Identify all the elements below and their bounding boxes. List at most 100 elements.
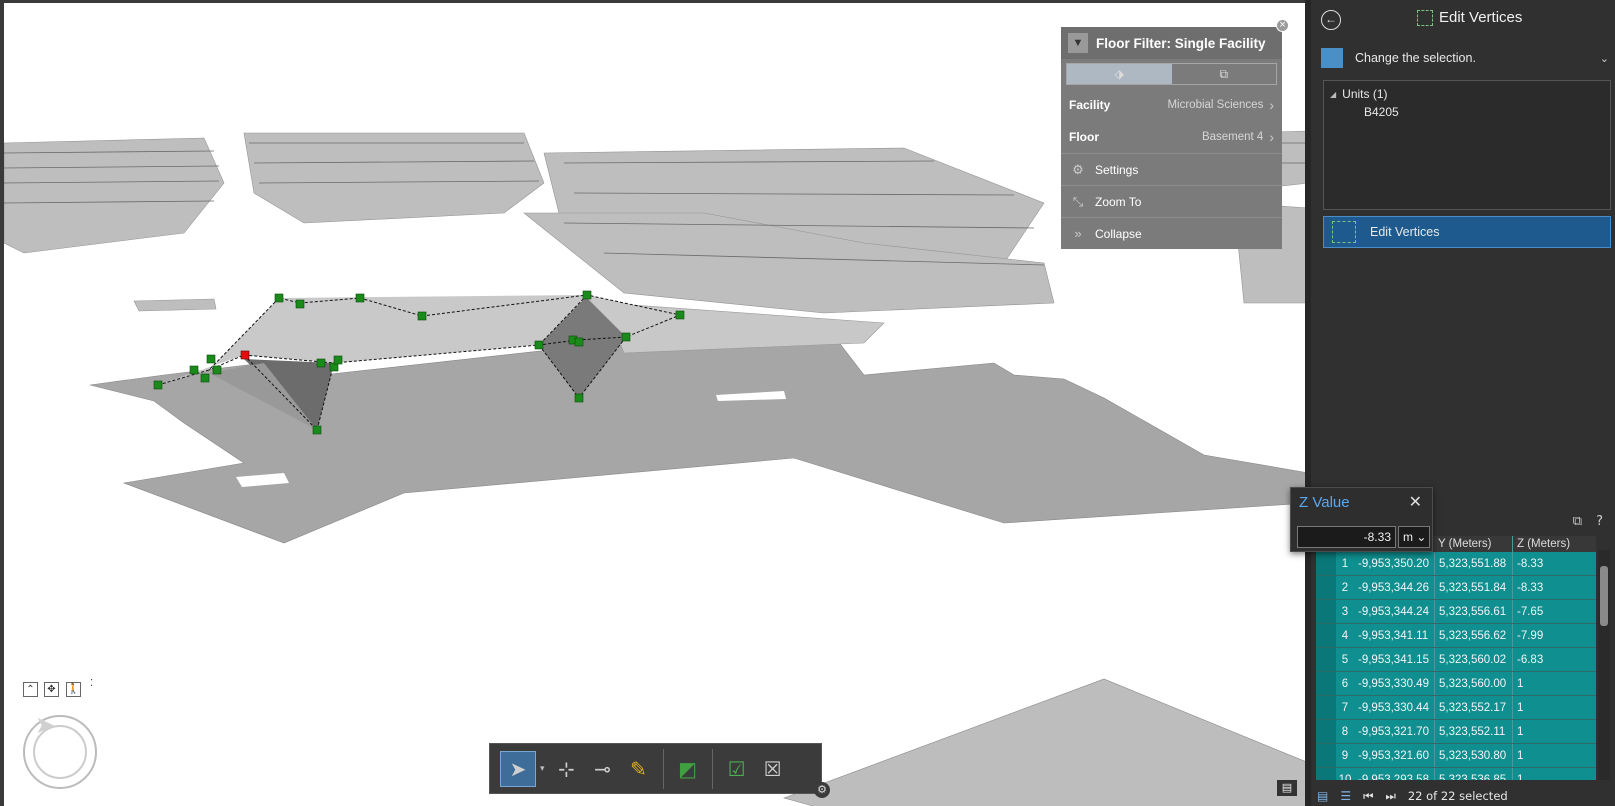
pointer-cursor-icon: ➤ <box>35 711 56 739</box>
last-page-icon[interactable]: ⏭ <box>1385 789 1395 804</box>
settings-label: Settings <box>1095 162 1139 177</box>
table-icon[interactable]: ▤ <box>1277 780 1297 796</box>
table-row[interactable]: 3 -9,953,344.24 5,323,556.61 -7.65 <box>1316 600 1596 624</box>
table-cell: 5,323,560.00 <box>1434 672 1512 695</box>
table-row[interactable]: 5 -9,953,341.15 5,323,560.02 -6.83 <box>1316 648 1596 672</box>
pane-header: ← Edit Vertices <box>1311 0 1615 38</box>
table-cell: -8.33 <box>1512 552 1596 575</box>
table-cell[interactable] <box>1316 672 1336 695</box>
table-cell: 4 <box>1341 630 1349 642</box>
edit-vertices-icon <box>1332 221 1356 243</box>
finish-button[interactable]: ☑ <box>719 751 755 787</box>
table-cell[interactable] <box>1316 648 1336 671</box>
select-vertex-tool[interactable]: ➤ <box>500 750 536 787</box>
floor-label: Floor <box>1069 130 1099 144</box>
list-view-icon[interactable]: ☰ <box>1340 789 1351 803</box>
table-cell: -7.99 <box>1512 624 1596 647</box>
tab-single-facility[interactable]: ⬗ <box>1067 64 1172 84</box>
floor-filter-title: Floor Filter: Single Facility <box>1096 35 1266 51</box>
copy-icon[interactable]: ⧉ <box>1573 514 1582 529</box>
chevron-down-icon: ⌄ <box>1599 52 1609 65</box>
nav-pan-button[interactable]: ✥ <box>44 682 59 697</box>
table-scrollbar[interactable] <box>1598 550 1610 780</box>
settings-button[interactable]: ⚙ Settings <box>1061 153 1282 185</box>
header-y[interactable]: Y (Meters) <box>1434 536 1512 552</box>
table-cell: 5,323,556.61 <box>1434 600 1512 623</box>
help-icon[interactable]: ? <box>1596 514 1603 529</box>
collapse-triangle-icon[interactable]: ◢ <box>1330 90 1336 99</box>
z-unit-value: m <box>1403 530 1413 544</box>
toolbar-divider <box>711 748 713 789</box>
nav-more-icon[interactable]: ⁚ <box>90 678 93 689</box>
table-cell: 2 <box>1341 582 1349 594</box>
table-status-bar: ▤ ☰ ⏮ ⏭ 22 of 22 selected <box>1311 786 1615 806</box>
close-icon[interactable]: × <box>1276 19 1289 32</box>
table-view-icon[interactable]: ▤ <box>1317 789 1328 803</box>
table-cell: 1 <box>1512 696 1596 719</box>
floor-selector[interactable]: Floor Basement 4 › <box>1061 121 1282 153</box>
vertex-table: Y (Meters) Z (Meters) 1 -9,953,350.20 5,32… <box>1316 536 1596 780</box>
first-page-icon[interactable]: ⏮ <box>1363 789 1373 804</box>
table-cell[interactable] <box>1316 600 1336 623</box>
table-cell: -9,953,344.26 <box>1358 582 1429 594</box>
tree-group-label: Units (1) <box>1342 87 1388 101</box>
edit-vertices-item[interactable]: Edit Vertices <box>1323 216 1611 248</box>
table-cell[interactable] <box>1316 744 1336 767</box>
scrollbar-thumb[interactable] <box>1600 566 1608 626</box>
nav-walk-button[interactable]: 🚶 <box>66 682 81 697</box>
collapse-button[interactable]: » Collapse <box>1061 217 1282 249</box>
table-cell: 8 <box>1341 726 1349 738</box>
header-z[interactable]: Z (Meters) <box>1512 536 1596 552</box>
facility-label: Facility <box>1069 98 1111 112</box>
table-cell[interactable] <box>1316 552 1336 575</box>
tab-multi-facility[interactable]: ⧉ <box>1172 64 1277 84</box>
gear-icon[interactable]: ⚙ <box>814 782 830 798</box>
table-cell: 5,323,556.62 <box>1434 624 1512 647</box>
table-cell: 5,323,552.11 <box>1434 720 1512 743</box>
zoom-to-label: Zoom To <box>1095 194 1142 209</box>
facility-value: Microbial Sciences <box>1167 99 1264 111</box>
table-cell: -9,953,341.15 <box>1358 654 1429 666</box>
back-arrow-icon[interactable]: ← <box>1321 10 1341 30</box>
table-row[interactable]: 10 -9,953,293.58 5,323,536.85 1 <box>1316 768 1596 780</box>
pencil-icon[interactable]: ✎ <box>621 751 657 787</box>
cancel-button[interactable]: ☒ <box>755 751 791 787</box>
table-cell: -7.65 <box>1512 600 1596 623</box>
chevron-down-icon[interactable]: ▾ <box>540 764 545 774</box>
table-cell[interactable] <box>1316 624 1336 647</box>
tree-group-units[interactable]: ◢ Units (1) <box>1330 85 1604 103</box>
table-cell[interactable] <box>1316 576 1336 599</box>
table-row[interactable]: 4 -9,953,341.11 5,323,556.62 -7.99 <box>1316 624 1596 648</box>
z-unit-select[interactable]: m ⌄ <box>1398 526 1430 548</box>
table-row[interactable]: 8 -9,953,321.70 5,323,552.11 1 <box>1316 720 1596 744</box>
change-selection-dropdown[interactable]: Change the selection. ⌄ <box>1321 46 1609 70</box>
table-cell[interactable] <box>1316 720 1336 743</box>
table-cell[interactable] <box>1316 768 1336 780</box>
edit-vertices-toolbar: ➤ ▾ ⊹ ⊸ ✎ ◩ ☑ ☒ <box>489 743 822 794</box>
remove-vertex-tool[interactable]: ⊸ <box>585 751 621 787</box>
table-row[interactable]: 2 -9,953,344.26 5,323,551.84 -8.33 <box>1316 576 1596 600</box>
selection-count: 22 of 22 selected <box>1407 789 1508 803</box>
selection-tree: ◢ Units (1) B4205 <box>1323 80 1611 210</box>
z-value-input[interactable]: -8.33 <box>1297 526 1396 548</box>
table-cell: 6 <box>1341 678 1349 690</box>
reshape-tool[interactable]: ◩ <box>670 751 706 787</box>
zoom-to-button[interactable]: ⤡ Zoom To <box>1061 185 1282 217</box>
table-cell: 5,323,530.80 <box>1434 744 1512 767</box>
nav-up-button[interactable]: ⌃ <box>23 682 38 697</box>
floor-filter-tabs: ⬗ ⧉ <box>1066 63 1277 85</box>
table-row[interactable]: 1 -9,953,350.20 5,323,551.88 -8.33 <box>1316 552 1596 576</box>
table-row[interactable]: 6 -9,953,330.49 5,323,560.00 1 <box>1316 672 1596 696</box>
tree-item-b4205[interactable]: B4205 <box>1330 103 1604 121</box>
add-vertex-tool[interactable]: ⊹ <box>549 751 585 787</box>
facility-selector[interactable]: Facility Microbial Sciences › <box>1061 89 1282 121</box>
table-cell: -9,953,321.70 <box>1358 726 1429 738</box>
table-cell: 5,323,552.17 <box>1434 696 1512 719</box>
table-row[interactable]: 7 -9,953,330.44 5,323,552.17 1 <box>1316 696 1596 720</box>
table-row[interactable]: 9 -9,953,321.60 5,323,530.80 1 <box>1316 744 1596 768</box>
table-cell[interactable] <box>1316 696 1336 719</box>
close-icon[interactable]: ✕ <box>1409 492 1422 512</box>
compass-navigator[interactable]: ➤ <box>23 711 97 789</box>
table-cell: -9,953,330.49 <box>1358 678 1429 690</box>
table-cell: -9,953,330.44 <box>1358 702 1429 714</box>
